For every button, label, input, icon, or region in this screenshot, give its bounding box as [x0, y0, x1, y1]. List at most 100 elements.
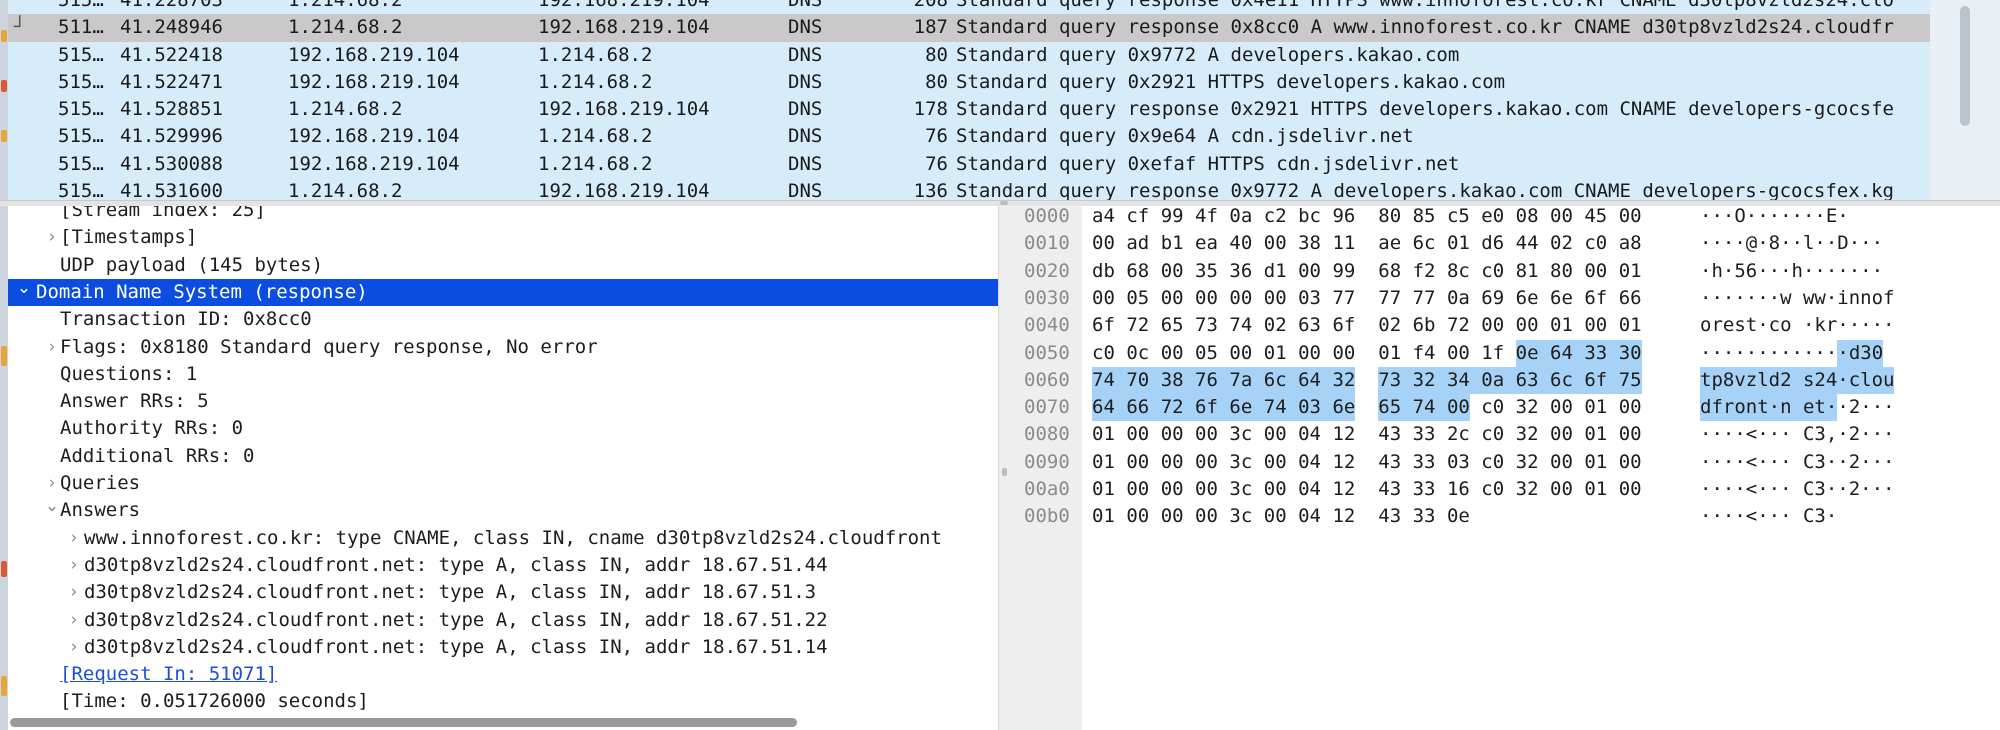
hex-byte[interactable]: 00 [1195, 285, 1218, 312]
hex-row[interactable]: 00a0 01 00 00 00 3c 00 04 12 43 33 16 c0 32 00 01 00 ····… [1010, 476, 2000, 503]
hex-byte[interactable]: 00 [1195, 421, 1218, 448]
ascii-text[interactable]: ···O·······E· [1700, 206, 1849, 230]
hex-byte[interactable]: 01 [1619, 312, 1642, 339]
hex-byte[interactable]: 00 [1550, 421, 1573, 448]
hex-byte[interactable]: 36 [1229, 258, 1252, 285]
hex-row[interactable]: 0000 a4 cf 99 4f 0a c2 bc 96 80 85 c5 e0 08 00 45 00 ···O… [1010, 206, 2000, 230]
packet-row[interactable]: 515… 41.228703 1.214.68.2 192.168.219.10… [8, 0, 1930, 14]
hex-byte[interactable]: 43 [1378, 449, 1401, 476]
hex-byte[interactable]: 38 [1298, 230, 1321, 257]
hex-byte[interactable]: 04 [1298, 421, 1321, 448]
tree-item[interactable]: UDP payload (145 bytes) [8, 252, 998, 279]
ascii-highlight[interactable]: tp8vzld2 s24·clou [1700, 366, 1895, 395]
hex-byte[interactable]: 1f [1481, 340, 1504, 367]
hex-byte[interactable]: 6f [1332, 312, 1355, 339]
ascii-text[interactable]: ············ [1700, 340, 1837, 367]
hex-byte[interactable]: 32 [1516, 449, 1539, 476]
hex-byte[interactable]: a8 [1619, 230, 1642, 257]
hex-byte[interactable]: 00 [1161, 476, 1184, 503]
hex-byte[interactable]: db [1092, 258, 1115, 285]
tree-item[interactable]: [Request In: 51071] [8, 661, 998, 688]
hex-byte[interactable]: 01 [1584, 421, 1607, 448]
hex-byte[interactable]: 00 [1126, 503, 1149, 530]
hex-byte[interactable]: 01 [1619, 258, 1642, 285]
hex-byte[interactable]: 0a [1481, 366, 1516, 395]
hex-byte[interactable]: f2 [1413, 258, 1436, 285]
hex-byte[interactable]: e0 [1481, 206, 1504, 230]
hex-byte[interactable]: 00 [1550, 206, 1573, 230]
hex-byte[interactable]: 32 [1332, 366, 1356, 395]
chevron-down-icon[interactable]: ⌄ [16, 279, 32, 297]
hex-byte[interactable]: 01 [1264, 340, 1287, 367]
hex-row[interactable]: 0020 db 68 00 35 36 d1 00 99 68 f2 8c c0 81 80 00 01 ·h·5… [1010, 258, 2000, 285]
packet-row[interactable]: 515… 41.522418 192.168.219.104 1.214.68.… [8, 42, 1930, 69]
hex-byte[interactable]: cf [1126, 206, 1149, 230]
hex-byte[interactable]: 3c [1229, 476, 1252, 503]
ascii-text[interactable]: ····<··· C3··2··· [1700, 449, 1894, 476]
hex-byte[interactable]: 73 [1378, 366, 1413, 395]
hex-byte[interactable]: 4f [1195, 206, 1218, 230]
hex-byte[interactable]: 0e [1447, 503, 1470, 530]
hex-row[interactable]: 0030 00 05 00 00 00 00 03 77 77 77 0a 69 6e 6e 6f 66 ····… [1010, 285, 2000, 312]
hex-byte[interactable]: 80 [1550, 258, 1573, 285]
hex-byte[interactable]: 77 [1413, 285, 1436, 312]
chevron-right-icon[interactable]: › [44, 470, 60, 497]
hex-byte[interactable]: 64 [1092, 394, 1127, 422]
hex-byte[interactable]: 01 [1092, 476, 1115, 503]
hex-byte[interactable]: 6e [1516, 285, 1539, 312]
hex-byte[interactable]: 40 [1229, 230, 1252, 257]
hex-byte[interactable]: 6e [1229, 394, 1264, 422]
hex-byte[interactable]: 00 [1092, 230, 1115, 257]
hex-byte[interactable]: 03 [1298, 394, 1333, 422]
hex-byte[interactable]: 01 [1378, 340, 1401, 367]
hex-byte[interactable]: 33 [1413, 421, 1436, 448]
hex-byte[interactable]: 00 [1195, 476, 1218, 503]
hex-row[interactable]: 00b0 01 00 00 00 3c 00 04 12 43 33 0e ····<··· C3· [1010, 503, 2000, 530]
hex-byte[interactable]: 00 [1126, 449, 1149, 476]
hex-byte[interactable]: 3c [1229, 449, 1252, 476]
chevron-right-icon[interactable]: › [66, 552, 82, 579]
hex-byte[interactable]: c0 [1092, 340, 1115, 367]
ascii-text[interactable]: ·2··· [1837, 394, 1894, 421]
hex-byte[interactable]: ae [1378, 230, 1401, 257]
hex-byte[interactable]: 77 [1378, 285, 1401, 312]
packet-list[interactable]: 515… 41.228703 1.214.68.2 192.168.219.10… [0, 0, 2000, 202]
splitter-grip[interactable] [1000, 201, 1008, 205]
hex-byte[interactable]: 3c [1229, 503, 1252, 530]
ascii-highlight[interactable]: dfront·n et· [1700, 394, 1838, 422]
hex-byte[interactable]: 00 [1195, 449, 1218, 476]
hex-byte[interactable]: 0a [1447, 285, 1470, 312]
hex-byte[interactable]: 05 [1126, 285, 1149, 312]
tree-item[interactable]: Transaction ID: 0x8cc0 [8, 306, 998, 333]
hex-byte[interactable]: 6e [1550, 285, 1573, 312]
hex-byte[interactable]: 77 [1332, 285, 1355, 312]
tree-item[interactable]: › d30tp8vzld2s24.cloudfront.net: type A, … [8, 552, 998, 579]
ascii-text[interactable]: ·······w ww·innof [1700, 285, 1894, 312]
hex-byte[interactable]: 74 [1229, 312, 1252, 339]
ascii-text[interactable]: ·h·56···h······· [1700, 258, 1883, 285]
packet-details-tree[interactable]: [Stream index: 25] › [Timestamps] UDP paylo… [0, 206, 998, 730]
hex-byte[interactable]: 32 [1412, 366, 1447, 395]
hex-byte[interactable]: 73 [1195, 312, 1218, 339]
hex-byte[interactable]: 33 [1584, 339, 1619, 367]
hex-byte[interactable]: 32 [1516, 421, 1539, 448]
hex-byte[interactable]: c2 [1264, 206, 1287, 230]
hex-byte[interactable]: 7a [1229, 366, 1264, 395]
details-horizontal-scrollbar[interactable] [10, 718, 797, 727]
hex-byte[interactable]: 00 [1126, 421, 1149, 448]
hex-byte[interactable]: 81 [1516, 258, 1539, 285]
hex-byte[interactable]: 66 [1126, 394, 1161, 422]
hex-byte[interactable]: 38 [1160, 366, 1196, 395]
hex-byte[interactable]: 00 [1550, 476, 1573, 503]
hex-byte[interactable]: 6c [1263, 366, 1299, 395]
hex-byte[interactable]: 68 [1378, 258, 1401, 285]
tree-item[interactable]: ⌄ Domain Name System (response) [8, 278, 998, 307]
hex-byte[interactable]: 6c [1413, 230, 1436, 257]
hex-byte[interactable]: 00 [1550, 394, 1573, 421]
hex-byte[interactable]: 08 [1516, 206, 1539, 230]
hex-byte[interactable]: 01 [1584, 476, 1607, 503]
chevron-right-icon[interactable]: › [44, 334, 60, 361]
hex-byte[interactable]: 01 [1447, 230, 1470, 257]
packet-list-scrollbar[interactable] [1930, 0, 2000, 202]
hex-byte[interactable]: ea [1195, 230, 1218, 257]
